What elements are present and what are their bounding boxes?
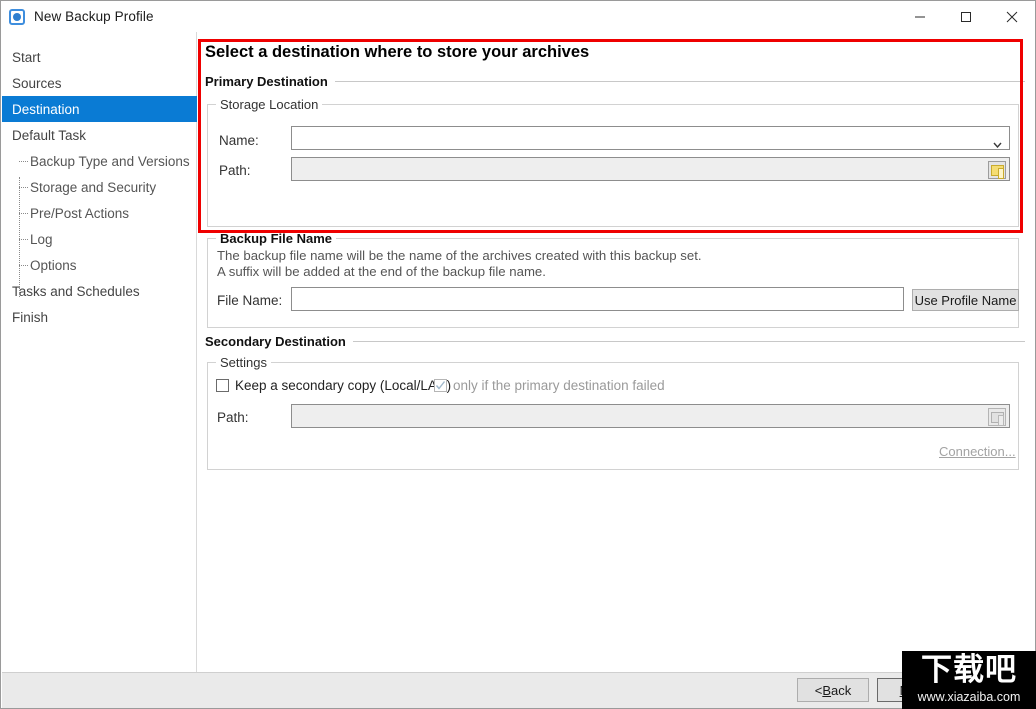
close-icon[interactable]: [989, 1, 1035, 32]
keep-secondary-copy-checkbox[interactable]: [216, 379, 229, 392]
app-icon: [9, 8, 25, 25]
title-bar: New Backup Profile: [1, 1, 1035, 32]
secondary-path-field: [291, 404, 1010, 428]
primary-destination-section-header: Primary Destination: [205, 74, 1025, 89]
sidebar-item-label: Destination: [12, 101, 80, 117]
site-watermark: 下载吧 www.xiazaiba.com: [902, 651, 1036, 709]
sidebar-item-label: Start: [12, 49, 41, 65]
sidebar-item-label: Storage and Security: [30, 179, 157, 195]
storage-location-legend: Storage Location: [216, 97, 323, 112]
only-if-primary-failed-label: only if the primary destination failed: [453, 378, 665, 393]
sidebar-item-label: Backup Type and Versions: [30, 153, 190, 169]
backup-file-name-description-line2: A suffix will be added at the end of the…: [217, 264, 546, 279]
secondary-destination-title: Secondary Destination: [205, 334, 353, 349]
folder-icon: [990, 411, 1004, 426]
back-button-accelerator: B: [822, 682, 832, 698]
sidebar-item-label: Log: [30, 231, 53, 247]
file-name-field[interactable]: [291, 287, 904, 311]
tree-branch-icon: [19, 187, 28, 188]
keep-secondary-copy-label: Keep a secondary copy (Local/LAN): [235, 378, 452, 393]
sidebar-item-finish[interactable]: Finish: [2, 304, 196, 330]
tree-branch-icon: [19, 265, 28, 266]
sidebar-item-backup-type-and-versions[interactable]: Backup Type and Versions: [2, 148, 196, 174]
secondary-settings-legend: Settings: [216, 355, 271, 370]
storage-name-label: Name:: [219, 133, 259, 148]
use-profile-name-button[interactable]: Use Profile Name: [912, 289, 1019, 311]
sidebar-item-label: Options: [30, 257, 77, 273]
storage-path-input[interactable]: [292, 158, 982, 180]
storage-path-field[interactable]: [291, 157, 1010, 181]
watermark-logo-text: 下载吧: [921, 652, 1017, 688]
sidebar-item-label: Pre/Post Actions: [30, 205, 130, 221]
primary-destination-title: Primary Destination: [205, 74, 335, 89]
sidebar-item-label: Sources: [12, 75, 62, 91]
chevron-down-icon[interactable]: [993, 136, 1002, 149]
folder-icon: [990, 164, 1004, 179]
window-title: New Backup Profile: [34, 9, 154, 24]
storage-name-combobox[interactable]: [291, 126, 1010, 150]
secondary-destination-section-header: Secondary Destination: [205, 334, 1025, 349]
watermark-url: www.xiazaiba.com: [917, 690, 1021, 704]
sidebar-item-start[interactable]: Start: [2, 44, 196, 70]
sidebar-item-label: Tasks and Schedules: [12, 283, 140, 299]
minimize-icon[interactable]: [897, 1, 943, 32]
tree-branch-icon: [19, 161, 28, 162]
backup-file-name-description-line1: The backup file name will be the name of…: [217, 248, 702, 263]
storage-name-input[interactable]: [292, 127, 990, 149]
sidebar-item-sources[interactable]: Sources: [2, 70, 196, 96]
secondary-path-browse-button: [988, 408, 1006, 426]
sidebar-item-destination[interactable]: Destination: [2, 96, 197, 122]
sidebar-item-storage-and-security[interactable]: Storage and Security: [2, 174, 196, 200]
backup-file-name-legend: Backup File Name: [216, 231, 336, 246]
new-backup-profile-window: New Backup Profile Start Sources Destina…: [0, 0, 1036, 709]
sidebar-item-tasks-and-schedules[interactable]: Tasks and Schedules: [2, 278, 196, 304]
back-button-suffix: ack: [831, 682, 852, 698]
connection-link: Connection...: [939, 444, 1016, 459]
sidebar-item-log[interactable]: Log: [2, 226, 196, 252]
maximize-icon[interactable]: [943, 1, 989, 32]
wizard-content: Select a destination where to store your…: [198, 32, 1035, 672]
window-controls: [897, 1, 1035, 32]
sidebar-item-label: Finish: [12, 309, 49, 325]
secondary-path-label: Path:: [217, 410, 249, 425]
storage-path-browse-button[interactable]: [988, 161, 1006, 179]
sidebar-item-options[interactable]: Options: [2, 252, 196, 278]
section-divider-rule: [334, 81, 1025, 82]
only-if-primary-failed-checkbox-row: only if the primary destination failed: [434, 378, 665, 393]
sidebar-item-default-task[interactable]: Default Task: [2, 122, 196, 148]
wizard-sidebar: Start Sources Destination Default Task B…: [2, 32, 197, 672]
sidebar-item-pre-post-actions[interactable]: Pre/Post Actions: [2, 200, 196, 226]
back-button-prefix: <: [814, 682, 823, 698]
section-divider-rule: [352, 341, 1025, 342]
only-if-primary-failed-checkbox: [434, 379, 447, 392]
keep-secondary-copy-checkbox-row[interactable]: Keep a secondary copy (Local/LAN): [216, 378, 451, 393]
tree-branch-icon: [19, 213, 28, 214]
secondary-path-input: [292, 405, 982, 427]
storage-path-label: Path:: [219, 163, 251, 178]
page-title: Select a destination where to store your…: [205, 43, 590, 61]
back-button[interactable]: < Back: [797, 678, 869, 702]
tree-branch-icon: [19, 239, 28, 240]
file-name-input[interactable]: [292, 288, 897, 310]
file-name-label: File Name:: [217, 293, 283, 308]
sidebar-item-label: Default Task: [12, 127, 87, 143]
